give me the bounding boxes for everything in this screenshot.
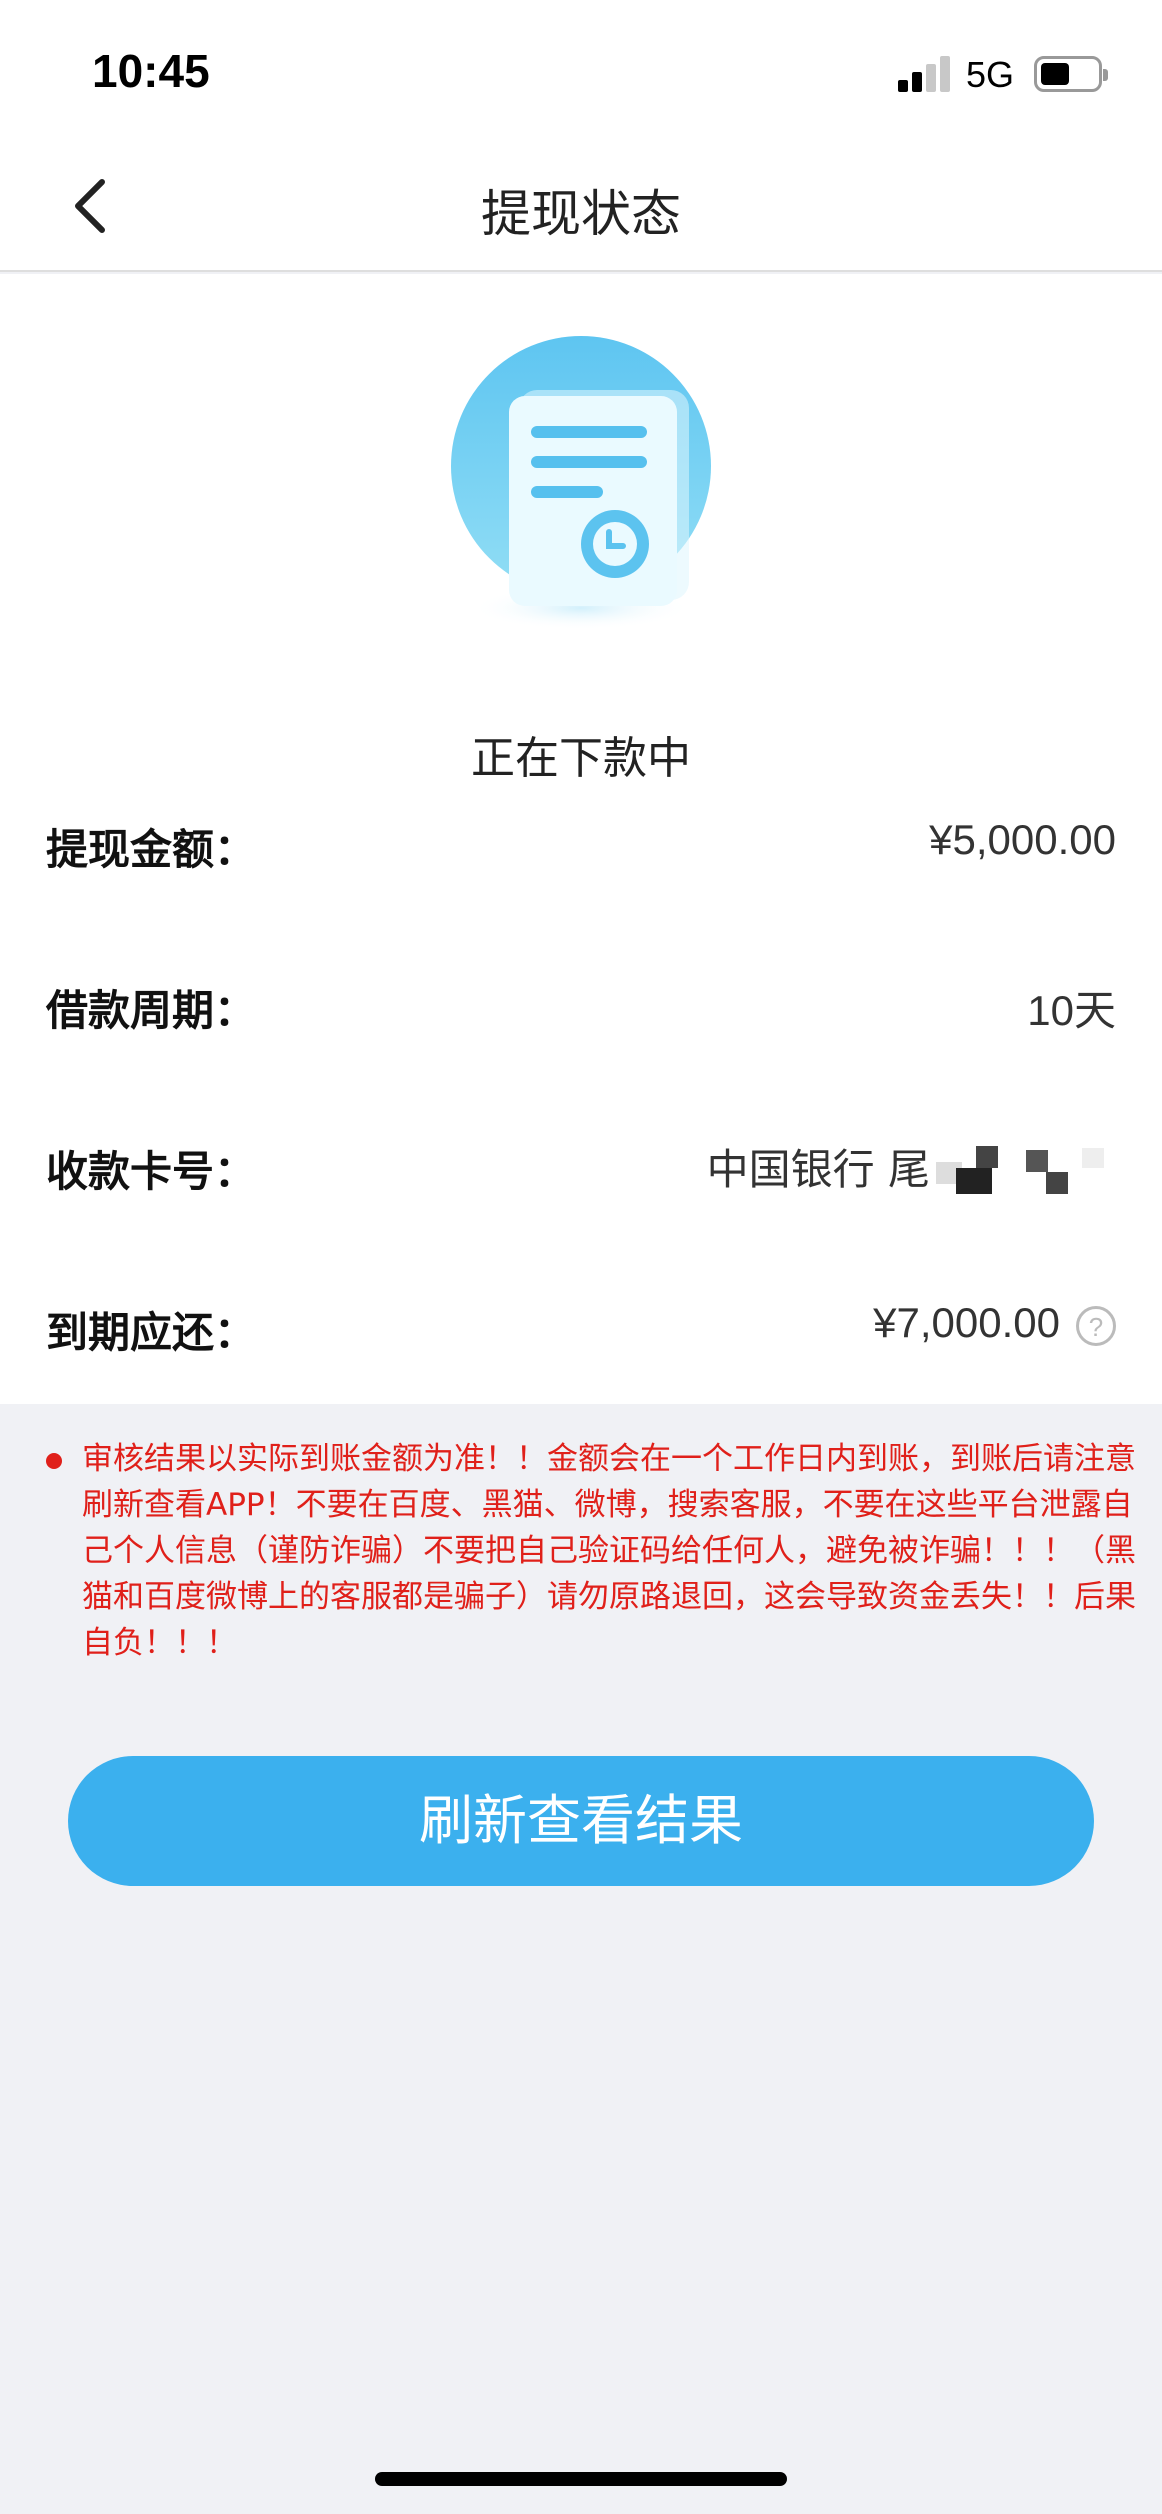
repay-value: ¥7,000.00 [873, 1299, 1060, 1346]
amount-value: ¥5,000.00 [929, 816, 1116, 863]
card-number-masked: 中国银行 尾 [707, 1138, 1116, 1194]
signal-icon [898, 54, 952, 92]
help-icon[interactable]: ? [1076, 1305, 1116, 1346]
repay-label: 到期应还： [46, 1308, 257, 1357]
redacted-digits [936, 1138, 1116, 1194]
amount-label: 提现金额： [46, 825, 257, 874]
card-row: 收款卡号： 中国银行 尾 [46, 1126, 1116, 1206]
status-time: 10:45 [92, 45, 210, 97]
card-value: 中国银行 尾 [706, 1144, 930, 1194]
battery-icon [1034, 56, 1108, 92]
refresh-button[interactable]: 刷新查看结果 [68, 1756, 1094, 1886]
bullet-dot [46, 1453, 62, 1469]
network-label: 5G [966, 54, 1015, 95]
status-card: 正在下款中 提现金额： ¥5,000.00 借款周期： 10天 收款卡号： 中国… [0, 274, 1162, 1404]
home-indicator [375, 2472, 787, 2486]
status-text: 正在下款中 [471, 733, 691, 784]
card-label: 收款卡号： [46, 1147, 257, 1196]
period-row: 借款周期： 10天 [46, 965, 1116, 1045]
period-value: 10天 [1027, 987, 1116, 1034]
status-bar: 10:45 5G [0, 0, 1162, 140]
period-label: 借款周期： [46, 986, 257, 1035]
page-title: 提现状态 [481, 185, 681, 243]
document-clock-icon [451, 336, 711, 630]
repay-value-group: ¥7,000.00? [873, 1299, 1116, 1347]
amount-row: 提现金额： ¥5,000.00 [46, 804, 1116, 884]
repay-row: 到期应还： ¥7,000.00? [46, 1287, 1116, 1367]
navbar: 提现状态 [0, 140, 1162, 272]
warning-text: 审核结果以实际到账金额为准！！金额会在一个工作日内到账，到账后请注意刷新查看AP… [82, 1441, 1136, 1661]
